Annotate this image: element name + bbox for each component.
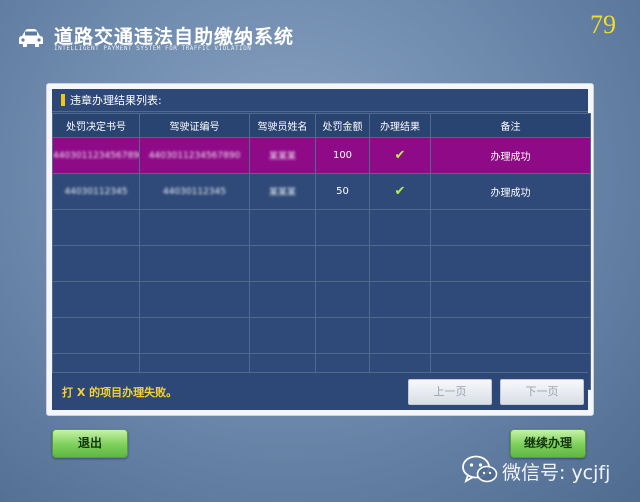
fail-legend: 打 X 的项目办理失败。 [62,384,177,400]
decision-no-value: 44030112345 [64,187,128,197]
column-header-driver-name: 驾驶员姓名 [249,113,316,138]
fail-legend-text: 的项目办理失败。 [89,386,178,399]
license-no-value: 44030112345 [163,187,226,197]
driver-name-value: 某某某 [268,188,296,198]
list-title-bar: 违章办理结果列表: [52,89,588,112]
column-header-amount: 处罚金额 [315,113,370,138]
license-no-value: 4403011234567890 [148,151,241,161]
results-panel-body: 违章办理结果列表: 处罚决定书号 驾驶证编号 驾驶员姓名 处罚金额 办理结果 备… [52,89,591,410]
table-header-row: 处罚决定书号 驾驶证编号 驾驶员姓名 处罚金额 办理结果 备注 [52,113,591,138]
decision-no-cell: 44030112345 [52,173,140,210]
app-subtitle: INTELLIGENT PAYMENT SYSTEM FOR TRAFFIC V… [54,45,252,52]
license-no-cell: 4403011234567890 [139,137,250,174]
table-row[interactable]: 44030112345 44030112345 某某某 50 ✔ 办理成功 [52,173,591,210]
countdown-timer: 79 [590,10,616,39]
car-icon [19,29,43,47]
empty-table-row [52,209,591,246]
fail-legend-prefix: 打 [62,386,73,399]
results-panel: 违章办理结果列表: 处罚决定书号 驾驶证编号 驾驶员姓名 处罚金额 办理结果 备… [46,83,594,416]
amount-cell: 50 [315,173,370,210]
table-row[interactable]: 4403011234567890 4403011234567890 某某某 10… [52,137,591,174]
wechat-icon [462,455,498,483]
check-icon: ✔ [394,148,406,163]
title-marker [61,94,65,106]
next-page-button[interactable]: 下一页 [500,379,584,405]
decision-no-value: 4403011234567890 [53,151,140,161]
column-header-result: 办理结果 [369,113,431,138]
license-no-cell: 44030112345 [139,173,250,210]
result-cell: ✔ [369,173,431,210]
result-cell: ✔ [369,137,431,174]
prev-page-button[interactable]: 上一页 [408,379,492,405]
decision-no-cell: 4403011234567890 [52,137,140,174]
fail-x-icon: X [76,386,86,399]
driver-name-cell: 某某某 [249,137,316,174]
wechat-watermark: 微信号: ycjfj [462,452,632,492]
list-title: 违章办理结果列表: [70,94,162,107]
driver-name-value: 某某某 [268,152,296,162]
note-cell: 办理成功 [430,137,591,174]
exit-button[interactable]: 退出 [52,429,128,458]
column-header-license-no: 驾驶证编号 [139,113,250,138]
empty-table-row [52,245,591,282]
note-cell: 办理成功 [430,173,591,210]
check-icon: ✔ [394,184,406,199]
header: 道路交通违法自助缴纳系统 INTELLIGENT PAYMENT SYSTEM … [0,0,640,62]
amount-cell: 100 [315,137,370,174]
wechat-id: 微信号: ycjfj [502,462,611,484]
table-footer: 打 X 的项目办理失败。 上一页 下一页 [52,372,588,410]
empty-table-row [52,281,591,318]
results-table: 处罚决定书号 驾驶证编号 驾驶员姓名 处罚金额 办理结果 备注 44030112… [52,113,591,390]
column-header-decision-no: 处罚决定书号 [52,113,140,138]
column-header-note: 备注 [430,113,591,138]
empty-table-row [52,317,591,354]
driver-name-cell: 某某某 [249,173,316,210]
